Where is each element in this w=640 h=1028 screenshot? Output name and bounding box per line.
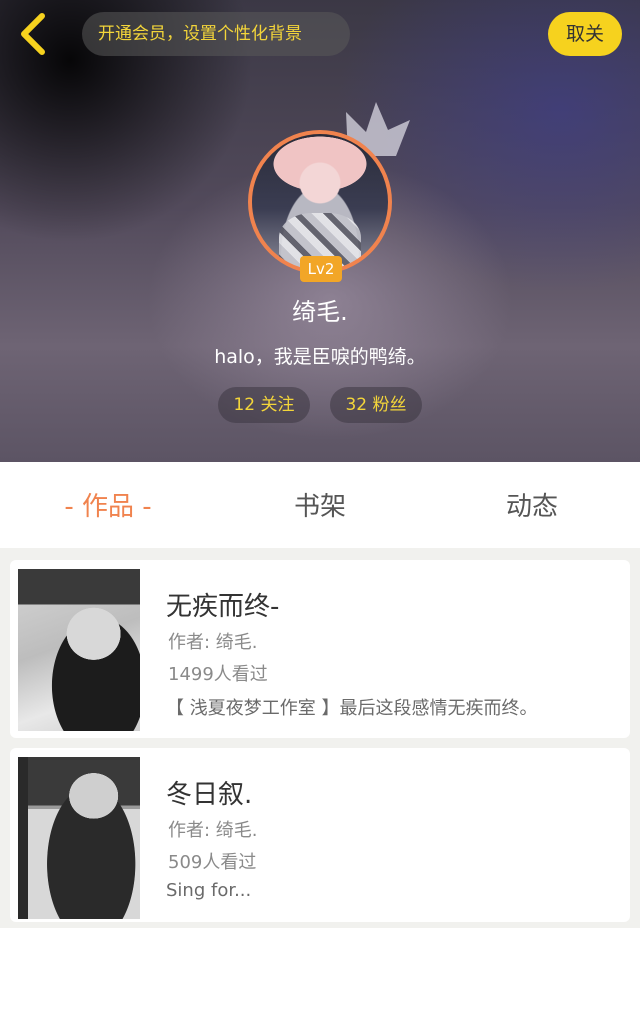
tab-bookshelf-label: 书架: [293, 492, 346, 522]
work-card[interactable]: 冬日叙. 作者: 绮毛. 509人看过 Sing for...: [10, 748, 630, 922]
tab-bookshelf[interactable]: 书架: [262, 462, 378, 548]
work-description: 【 浅夏夜梦工作室 】最后这段感情无疾而终。: [166, 698, 538, 719]
following-count-button[interactable]: 12 关注: [218, 387, 310, 423]
vip-background-promo[interactable]: 开通会员，设置个性化背景: [82, 12, 350, 56]
profile-tabs: - 作品 - 书架 动态: [0, 462, 640, 548]
avatar[interactable]: [248, 130, 392, 274]
level-badge: Lv2: [300, 256, 342, 282]
work-cover-image: [18, 569, 140, 731]
unfollow-button[interactable]: 取关: [548, 12, 622, 56]
work-title: 无疾而终-: [166, 592, 280, 622]
work-views: 509人看过: [168, 852, 257, 873]
fans-count-button[interactable]: 32 粉丝: [330, 387, 422, 423]
tab-works-label: 作品: [81, 492, 134, 522]
work-title: 冬日叙.: [166, 780, 253, 810]
profile-header: 开通会员，设置个性化背景 取关 Lv2 绮毛. halo，我是臣唳的鸭绮。 12…: [0, 0, 640, 462]
work-description: Sing for...: [166, 880, 252, 901]
work-card[interactable]: 无疾而终- 作者: 绮毛. 1499人看过 【 浅夏夜梦工作室 】最后这段感情无…: [10, 560, 630, 738]
tab-activity[interactable]: 动态: [474, 462, 590, 548]
work-cover-image: [18, 757, 140, 919]
username: 绮毛.: [292, 298, 348, 326]
tab-works[interactable]: - 作品 -: [40, 462, 176, 548]
chevron-left-icon: [21, 13, 45, 55]
work-author: 作者: 绮毛.: [168, 820, 258, 841]
work-author: 作者: 绮毛.: [168, 632, 258, 653]
work-views: 1499人看过: [168, 664, 268, 685]
user-bio: halo，我是臣唳的鸭绮。: [214, 346, 426, 368]
tab-activity-label: 动态: [505, 492, 558, 522]
back-button[interactable]: [14, 12, 54, 56]
